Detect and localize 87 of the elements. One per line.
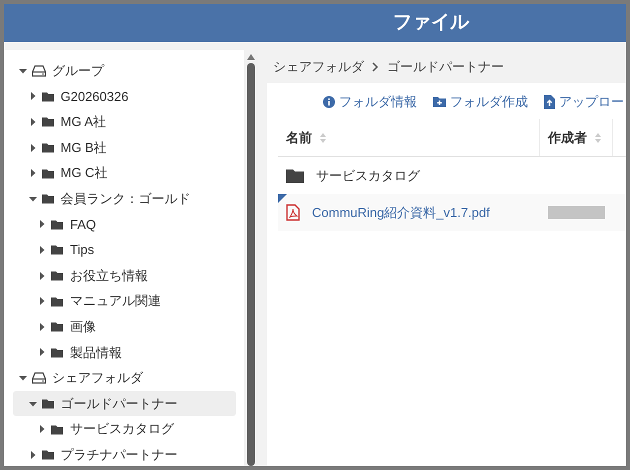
tree-label: お役立ち情報 [70,266,148,285]
tree-item[interactable]: 会員ランク：ゴールド [13,186,236,212]
tree-label: グループ [52,62,104,80]
column-header[interactable]: 作成者 [540,119,613,156]
tree-item[interactable]: 画像 [13,314,236,340]
folder-icon [286,168,304,183]
chevron-right-icon [372,62,379,72]
tree-item[interactable]: プラチナパートナー [13,442,236,466]
folder-icon [51,218,63,230]
tree-item[interactable]: Tips [13,237,236,263]
drive-icon [32,64,46,77]
caret-right-icon [28,92,36,100]
caret-right-icon [28,144,36,152]
folder-icon [51,296,63,307]
tree-label: シェアフォルダ [52,369,143,388]
tree-label: MG B社 [60,138,107,157]
scroll-up-icon[interactable] [247,54,255,60]
file-link[interactable]: CommuRing紹介資料_v1.7.pdf [312,202,490,222]
folder-icon [51,321,63,332]
tree-item[interactable]: シェアフォルダ [13,365,236,391]
tree-item[interactable]: サービスカタログ [13,416,236,442]
folder-icon [42,168,54,179]
caret-right-icon [38,322,46,331]
folder-plus-icon [433,96,446,108]
tree-label: プラチナパートナー [60,446,178,464]
breadcrumb-link[interactable]: シェアフォルダ [273,56,364,76]
caret-down-icon [28,400,36,408]
tree-item[interactable]: FAQ [13,212,236,238]
drive-icon [32,372,46,384]
folder-icon [51,244,63,256]
tree-item[interactable]: G20260326 [13,84,236,110]
tree-item[interactable]: MG B社 [13,134,236,160]
tree-item[interactable]: グループ [13,58,236,84]
tree-label: MG C社 [60,164,108,182]
file-upload-icon [544,95,555,109]
tree-label: 画像 [70,318,96,336]
caret-right-icon [38,348,46,356]
tree-label: 会員ランク：ゴールド [60,190,190,208]
caret-down-icon [19,66,27,75]
toolbar-button[interactable]: フォルダ作成 [433,92,528,112]
pdf-file-icon [286,204,300,221]
tree-label: サービスカタログ [70,420,174,438]
tree-item[interactable]: MG A社 [13,109,236,135]
caret-down-icon [28,194,36,203]
table-row[interactable]: サービスカタログ [278,157,626,194]
tree-label: FAQ [70,216,96,234]
folder-icon [51,270,63,282]
folder-icon [51,424,63,435]
folder-icon [42,90,54,102]
tree-label: マニュアル関連 [70,292,161,310]
folder-icon [42,116,54,128]
folder-name[interactable]: サービスカタログ [316,166,420,186]
tree-label: MG A社 [60,113,106,132]
table-row[interactable]: CommuRing紹介資料_v1.7.pdf [278,194,626,231]
toolbar-button[interactable]: アップロー [544,92,624,112]
folder-icon [42,398,54,410]
caret-right-icon [38,297,46,306]
page-title: ファイル [393,10,469,35]
caret-down-icon [19,374,27,382]
tree-item[interactable]: 製品情報 [13,340,236,366]
caret-right-icon [28,169,36,178]
sort-icon [320,132,326,142]
info-icon [323,96,335,108]
scrollbar-thumb[interactable] [247,63,255,466]
scrollbar[interactable] [244,50,258,466]
breadcrumb-current: ゴールドパートナー [387,58,504,76]
caret-right-icon [38,272,46,280]
tree-item[interactable]: お役立ち情報 [13,262,236,288]
folder-icon [42,449,54,460]
tree-label: 製品情報 [70,344,122,362]
column-header[interactable]: 名前 [278,119,540,156]
caret-right-icon [28,450,36,459]
caret-right-icon [38,220,46,228]
caret-right-icon [38,425,46,434]
tree-item[interactable]: MG C社 [13,160,236,186]
tree-item[interactable]: ゴールドパートナー [13,390,236,416]
folder-icon [51,346,63,358]
caret-right-icon [38,246,46,254]
tree-label: G20260326 [60,88,128,106]
tree-label: Tips [70,241,94,260]
sort-icon [595,132,601,142]
tree-label: ゴールドパートナー [60,394,178,413]
toolbar-button[interactable]: フォルダ情報 [323,92,417,112]
tree-item[interactable]: マニュアル関連 [13,288,236,314]
folder-icon [42,142,54,154]
caret-right-icon [28,118,36,126]
folder-icon [42,193,54,204]
